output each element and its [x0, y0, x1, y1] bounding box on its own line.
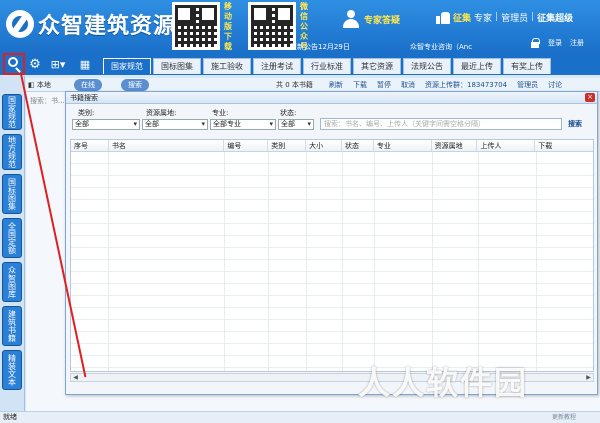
scroll-right-icon[interactable]: ▶	[584, 374, 593, 381]
tab-regulations[interactable]: 法规公告	[403, 58, 451, 74]
category-label: 类别:	[78, 109, 95, 117]
register-link[interactable]: 注册	[570, 38, 584, 48]
region-label: 资源属地:	[146, 109, 177, 117]
tab-national-codes[interactable]: 国家规范	[103, 58, 151, 74]
tab-standard-atlas[interactable]: 国标图集	[153, 58, 201, 74]
discuss-link[interactable]: 讨论	[548, 78, 562, 92]
thumb-up-icon	[436, 10, 450, 24]
col-index[interactable]: 序号	[71, 140, 109, 151]
local-tab[interactable]: ◧ 本地	[28, 79, 51, 91]
table-header: 序号 书名 编号 类别 大小 状态 专业 资源属地 上传人 下载	[71, 140, 593, 152]
status-select[interactable]: 全部	[278, 119, 314, 130]
mobile-download-label[interactable]: 移动版下载	[224, 2, 234, 52]
major-select[interactable]: 全部专业	[210, 119, 276, 130]
refresh-button[interactable]: 刷新	[329, 78, 343, 92]
search-tool-button[interactable]	[3, 53, 25, 75]
col-status[interactable]: 状态	[342, 140, 374, 151]
recruit-admin-link[interactable]: 管理员	[501, 11, 528, 24]
download-actions: 刷新 下载 暂停 取消 资源上传群：183473704 管理员 讨论	[329, 78, 572, 92]
region-select[interactable]: 全部	[142, 119, 208, 130]
search-button[interactable]: 搜索	[568, 119, 582, 129]
recruit-area: 征集 专家 | 管理员 | 征集超级	[436, 10, 573, 24]
left-sidebar: 国家规范 地方规范 国标图集 全国定额 众智图库 建筑书籍 精装文本	[0, 76, 25, 411]
settings-gear-icon[interactable]: ⚙	[28, 56, 42, 74]
col-size[interactable]: 大小	[306, 140, 342, 151]
tab-recent-uploads[interactable]: 最近上传	[453, 58, 501, 74]
sidebar-item-gallery[interactable]: 众智图库	[2, 262, 22, 302]
person-icon	[342, 10, 360, 28]
mobile-qr-code	[172, 2, 220, 50]
add-menu-icon[interactable]: ⊞▾	[48, 56, 68, 74]
sidebar-item-text[interactable]: 精装文本	[2, 350, 22, 390]
app-header: 众智建筑资源 移动版下载 微信公众号 专家答疑 征集 专家 | 管理员 | 征集…	[0, 0, 600, 55]
sidebar-item-local-codes[interactable]: 地方规范	[2, 134, 22, 170]
uploader-group-link[interactable]: 资源上传群：183473704	[425, 78, 507, 92]
col-code[interactable]: 编号	[224, 140, 269, 151]
background-search-input[interactable]: 搜索：书...	[30, 96, 70, 106]
dialog-title: 书籍搜索	[70, 94, 98, 102]
scroll-left-icon[interactable]: ◀	[71, 374, 80, 381]
app-logo: 众智建筑资源	[6, 8, 176, 40]
tab-registration-exam[interactable]: 注册考试	[253, 58, 301, 74]
table-body	[71, 152, 593, 371]
tab-reward-upload[interactable]: 有奖上传	[503, 58, 551, 74]
account-area: 登录 注册	[530, 38, 592, 48]
status-bar: 就绪	[0, 411, 600, 423]
recruit-super-link[interactable]: 征集超级	[537, 11, 573, 24]
company-link[interactable]: 众智专业咨询（Anc	[410, 42, 472, 52]
online-tab[interactable]: 在线	[74, 79, 102, 91]
filter-row: 类别: 全部 资源属地: 全部 专业: 全部专业 状态: 全部 搜索：书名、编号…	[66, 104, 597, 134]
lock-icon	[530, 38, 540, 48]
sub-toolbar: ◧ 本地 在线 搜索 共 0 本书籍 刷新 下载 暂停 取消 资源上传群：183…	[26, 78, 600, 92]
sidebar-item-standard-atlas[interactable]: 国标图集	[2, 174, 22, 214]
watermark-subtext: 更新教程	[552, 414, 577, 421]
close-icon[interactable]: ×	[585, 93, 595, 102]
tab-other-resources[interactable]: 其它资源	[353, 58, 401, 74]
search-icon	[8, 57, 18, 67]
logo-text: 众智建筑资源	[38, 14, 177, 39]
wechat-qr-code	[248, 2, 296, 50]
sidebar-item-national-codes[interactable]: 国家规范	[2, 94, 22, 130]
col-major[interactable]: 专业	[374, 140, 432, 151]
col-category[interactable]: 类别	[268, 140, 307, 151]
logo-mark-icon	[6, 10, 34, 38]
cancel-button[interactable]: 取消	[401, 78, 415, 92]
category-select[interactable]: 全部	[72, 119, 140, 130]
col-download[interactable]: 下载	[535, 140, 593, 151]
dialog-title-bar[interactable]: 书籍搜索 ×	[66, 92, 597, 104]
book-count: 共 0 本书籍	[276, 81, 313, 89]
pause-button[interactable]: 暂停	[377, 78, 391, 92]
col-uploader[interactable]: 上传人	[477, 140, 536, 151]
download-button[interactable]: 下载	[353, 78, 367, 92]
col-region[interactable]: 资源属地	[432, 140, 478, 151]
search-tab[interactable]: 搜索	[121, 79, 149, 91]
book-search-dialog: 书籍搜索 × 类别: 全部 资源属地: 全部 专业: 全部专业 状态: 全部 搜…	[65, 91, 598, 395]
tab-industry-standards[interactable]: 行业标准	[303, 58, 351, 74]
results-table: 序号 书名 编号 类别 大小 状态 专业 资源属地 上传人 下载	[70, 139, 594, 372]
sidebar-item-quota[interactable]: 全国定额	[2, 218, 22, 258]
recruit-label: 征集	[453, 13, 472, 24]
category-nav: 国家规范 国标图集 施工验收 注册考试 行业标准 其它资源 法规公告 最近上传 …	[103, 58, 553, 74]
grid-view-icon[interactable]: ▦	[78, 56, 92, 74]
update-notice[interactable]: 更新公告12月29日	[290, 42, 350, 52]
major-label: 专业:	[212, 109, 229, 117]
expert-qa-link[interactable]: 专家答疑	[342, 10, 400, 28]
tab-construction-acceptance[interactable]: 施工验收	[203, 58, 251, 74]
watermark: 人人软件园	[358, 364, 529, 402]
sidebar-item-books[interactable]: 建筑书籍	[2, 306, 22, 346]
login-link[interactable]: 登录	[548, 38, 562, 48]
col-title[interactable]: 书名	[109, 140, 225, 151]
search-input[interactable]: 搜索：书名、编号、上传人（关键字间需空格分隔）	[320, 118, 562, 130]
status-label: 状态:	[280, 109, 297, 117]
admin-link[interactable]: 管理员	[517, 78, 538, 92]
recruit-expert-link[interactable]: 专家	[474, 11, 492, 24]
